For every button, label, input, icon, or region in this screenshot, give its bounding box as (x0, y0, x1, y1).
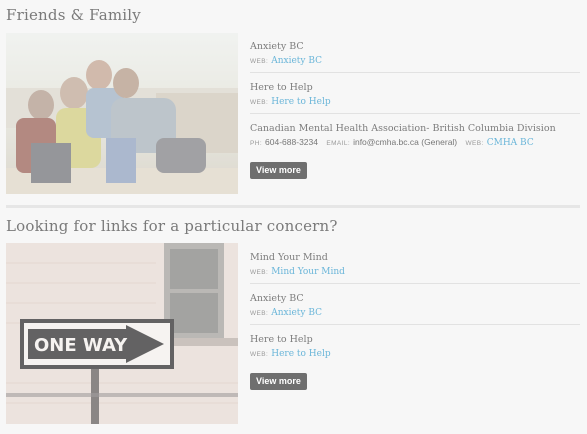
list-item: Mind Your Mind WEB: Mind Your Mind (250, 252, 580, 284)
resource-list-friends: Anxiety BC WEB: Anxiety BC Here to Help W… (250, 41, 580, 179)
list-item: Here to Help WEB: Here to Help (250, 334, 580, 365)
web-link[interactable]: Mind Your Mind (271, 267, 345, 277)
friends-photo-illustration (6, 33, 238, 194)
email-value[interactable]: info@cmha.bc.ca (General) (353, 137, 457, 147)
web-link[interactable]: Anxiety BC (271, 308, 322, 318)
web-link[interactable]: Anxiety BC (271, 56, 322, 66)
list-item: Anxiety BC WEB: Anxiety BC (250, 293, 580, 325)
one-way-sign-photo: ONE WAY (6, 243, 238, 424)
web-link[interactable]: Here to Help (271, 97, 330, 107)
resource-title: Canadian Mental Health Association- Brit… (250, 123, 556, 134)
section-title-particular-concern: Looking for links for a particular conce… (6, 217, 338, 235)
phone-label: PH: (250, 140, 263, 147)
friends-photo (6, 33, 238, 194)
web-label: WEB: (250, 310, 269, 317)
resource-title: Here to Help (250, 82, 313, 93)
web-label: WEB: (250, 269, 269, 276)
web-link[interactable]: Here to Help (271, 349, 330, 359)
list-item: Here to Help WEB: Here to Help (250, 82, 580, 114)
resource-title: Mind Your Mind (250, 252, 328, 263)
web-label: WEB: (250, 351, 269, 358)
resource-title: Here to Help (250, 334, 313, 345)
section-title-friends-family: Friends & Family (6, 6, 141, 24)
list-item: Anxiety BC WEB: Anxiety BC (250, 41, 580, 73)
phone-value: 604-688-3234 (265, 137, 318, 147)
web-label: WEB: (250, 99, 269, 106)
web-label: WEB: (465, 140, 484, 147)
view-more-button[interactable]: View more (250, 373, 307, 390)
email-label: EMAIL: (326, 140, 351, 147)
resource-title: Anxiety BC (250, 293, 304, 304)
one-way-photo-illustration: ONE WAY (6, 243, 238, 424)
section-divider (6, 205, 580, 208)
view-more-button[interactable]: View more (250, 162, 307, 179)
web-label: WEB: (250, 58, 269, 65)
resource-title: Anxiety BC (250, 41, 304, 52)
web-link[interactable]: CMHA BC (487, 138, 534, 148)
resource-list-concern: Mind Your Mind WEB: Mind Your Mind Anxiet… (250, 252, 580, 390)
list-item: Canadian Mental Health Association- Brit… (250, 123, 580, 154)
